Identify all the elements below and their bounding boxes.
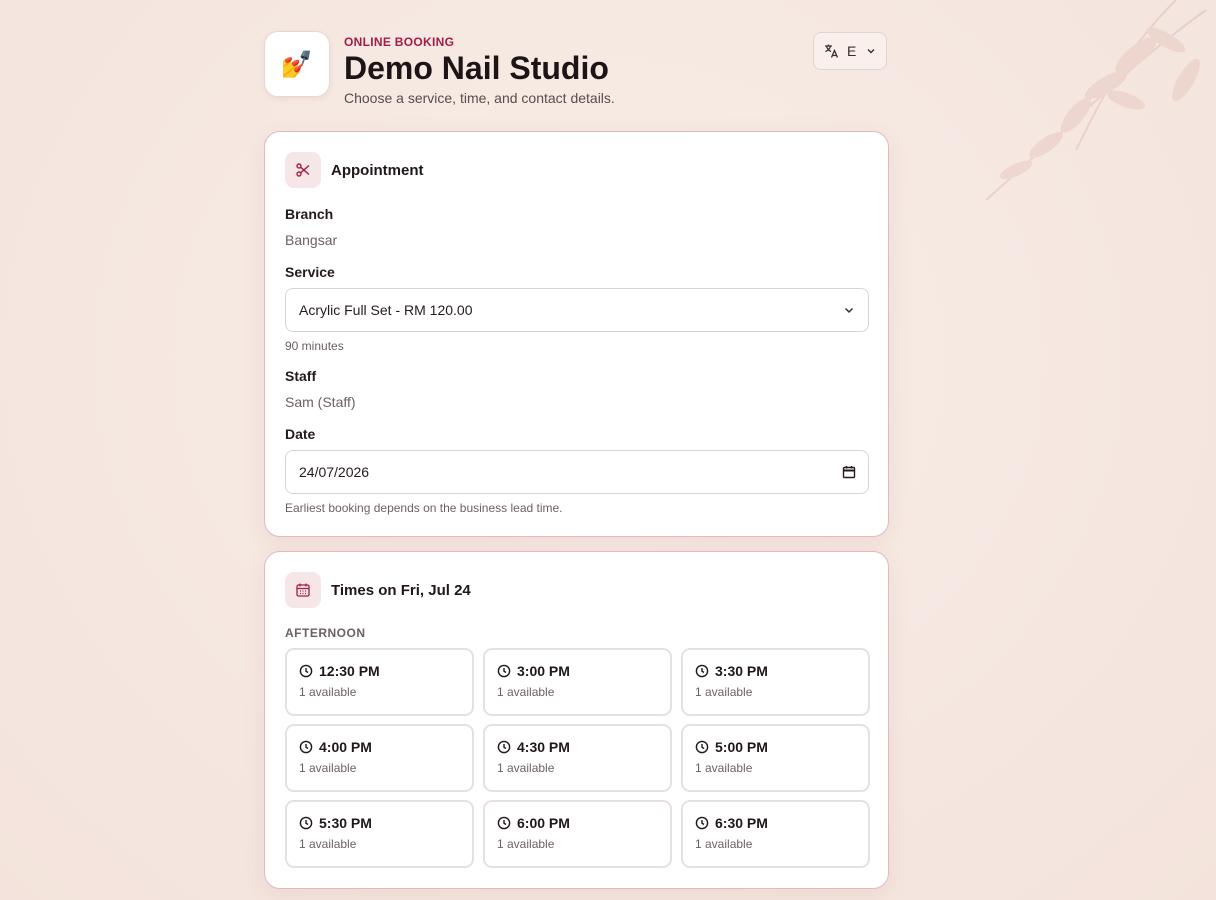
time-slot-availability: 1 available xyxy=(695,837,753,851)
branch-value: Bangsar xyxy=(285,232,338,248)
time-slot-time: 5:00 PM xyxy=(715,739,768,755)
translate-icon xyxy=(825,44,839,58)
clock-icon xyxy=(497,740,511,754)
time-slot-availability: 1 available xyxy=(695,761,753,775)
language-label: E xyxy=(847,43,857,59)
appointment-card-header: Appointment xyxy=(285,152,423,188)
time-slot[interactable]: 6:00 PM 1 available xyxy=(483,800,672,868)
time-slot-time: 3:30 PM xyxy=(715,663,768,679)
booking-container: 💅 ONLINE BOOKING Demo Nail Studio Choose… xyxy=(264,0,889,889)
clock-icon xyxy=(497,664,511,678)
page-title: Demo Nail Studio xyxy=(344,50,609,86)
time-slot-time: 6:00 PM xyxy=(517,815,570,831)
time-slot-time: 5:30 PM xyxy=(319,815,372,831)
service-label: Service xyxy=(285,264,335,280)
time-slot-time: 4:30 PM xyxy=(517,739,570,755)
staff-value: Sam (Staff) xyxy=(285,394,356,410)
time-slot-availability: 1 available xyxy=(497,837,555,851)
date-input-value: 24/07/2026 xyxy=(299,464,370,480)
time-slot-time: 4:00 PM xyxy=(319,739,372,755)
times-card-title: Times on Fri, Jul 24 xyxy=(331,581,471,599)
times-card: Times on Fri, Jul 24 AFTERNOON 12:30 PM … xyxy=(264,551,889,889)
time-slot-time: 3:00 PM xyxy=(517,663,570,679)
date-input[interactable]: 24/07/2026 xyxy=(285,450,869,494)
studio-logo: 💅 xyxy=(264,31,330,97)
time-slot-availability: 1 available xyxy=(299,761,357,775)
calendar-picker-icon[interactable] xyxy=(842,465,856,479)
service-duration: 90 minutes xyxy=(285,339,344,353)
time-slot[interactable]: 12:30 PM 1 available xyxy=(285,648,474,716)
scissors-icon xyxy=(285,152,321,188)
time-slot[interactable]: 5:00 PM 1 available xyxy=(681,724,870,792)
afternoon-section-label: AFTERNOON xyxy=(285,626,366,640)
clock-icon xyxy=(695,664,709,678)
service-select[interactable]: Acrylic Full Set - RM 120.00 xyxy=(285,288,869,332)
time-slot[interactable]: 6:30 PM 1 available xyxy=(681,800,870,868)
leaf-decoration xyxy=(985,0,1207,201)
time-slot[interactable]: 5:30 PM 1 available xyxy=(285,800,474,868)
time-slot[interactable]: 4:00 PM 1 available xyxy=(285,724,474,792)
times-card-header: Times on Fri, Jul 24 xyxy=(285,572,471,608)
staff-label: Staff xyxy=(285,368,317,384)
clock-icon xyxy=(695,740,709,754)
time-slot-time: 6:30 PM xyxy=(715,815,768,831)
chevron-down-icon xyxy=(844,307,854,314)
time-slot-availability: 1 available xyxy=(497,761,555,775)
time-slot-time: 12:30 PM xyxy=(319,663,380,679)
time-slot-availability: 1 available xyxy=(695,685,753,699)
clock-icon xyxy=(299,740,313,754)
branch-label: Branch xyxy=(285,206,334,222)
nail-polish-icon: 💅 xyxy=(280,48,314,79)
time-slot-availability: 1 available xyxy=(299,837,357,851)
appointment-card-title: Appointment xyxy=(331,161,424,179)
clock-icon xyxy=(695,816,709,830)
time-slot-availability: 1 available xyxy=(299,685,357,699)
appointment-card: Appointment Branch Bangsar Service Acryl… xyxy=(264,131,889,537)
time-slot-availability: 1 available xyxy=(497,685,555,699)
page-eyebrow: ONLINE BOOKING xyxy=(344,35,455,49)
calendar-icon xyxy=(285,572,321,608)
time-slot[interactable]: 3:30 PM 1 available xyxy=(681,648,870,716)
clock-icon xyxy=(299,816,313,830)
date-hint: Earliest booking depends on the business… xyxy=(285,501,563,515)
chevron-down-icon xyxy=(867,49,875,54)
page-subtitle: Choose a service, time, and contact deta… xyxy=(344,90,615,106)
time-slot-grid: 12:30 PM 1 available 3:00 PM 1 available… xyxy=(285,648,870,868)
date-label: Date xyxy=(285,426,316,442)
service-select-value: Acrylic Full Set - RM 120.00 xyxy=(299,302,473,318)
time-slot[interactable]: 3:00 PM 1 available xyxy=(483,648,672,716)
page-header: 💅 ONLINE BOOKING Demo Nail Studio Choose… xyxy=(264,0,889,131)
clock-icon xyxy=(497,816,511,830)
language-selector[interactable]: E xyxy=(813,32,887,70)
time-slot[interactable]: 4:30 PM 1 available xyxy=(483,724,672,792)
clock-icon xyxy=(299,664,313,678)
